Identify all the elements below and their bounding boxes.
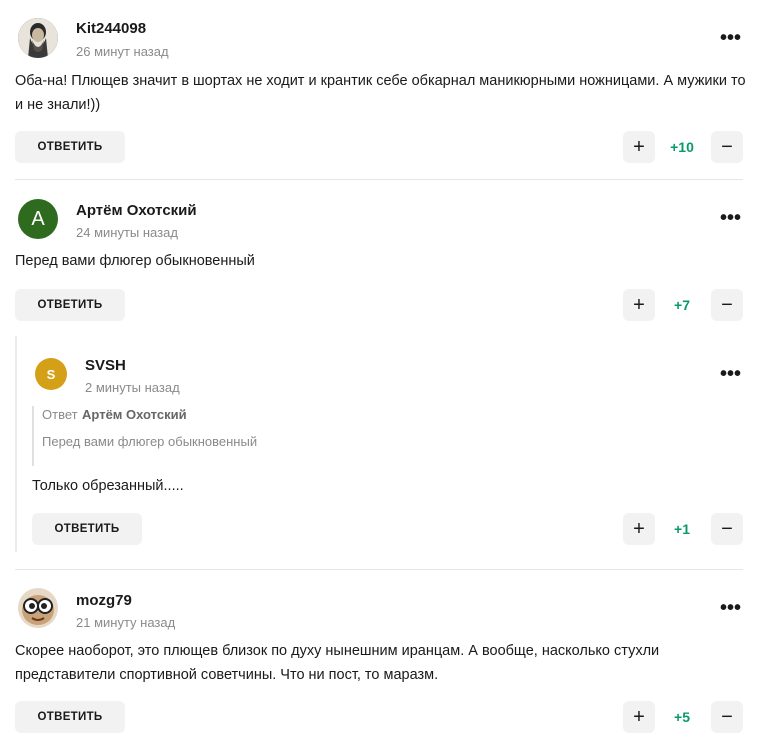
plus-icon: + [633, 517, 645, 540]
comment: Kit244098 26 минут назад ••• Оба-на! Плю… [0, 0, 763, 180]
reply-button[interactable]: ОТВЕТИТЬ [32, 513, 142, 545]
avatar[interactable] [18, 18, 58, 58]
comment-text-line: Скорее наоборот, это плющев близок по ду… [15, 643, 660, 659]
comment-text-line: Оба-на! Плющев значит в шортах не ходит … [15, 73, 746, 89]
comment-author[interactable]: Kit244098 [76, 20, 146, 37]
comment-author[interactable]: SVSH [85, 357, 126, 374]
upvote-button[interactable]: + [623, 513, 655, 545]
quote-header: Ответ Артём Охотский [42, 406, 257, 424]
quote-prefix: Ответ [42, 407, 78, 422]
avatar-portrait-image [18, 18, 58, 58]
quote-author: Артём Охотский [82, 407, 187, 422]
upvote-button[interactable]: + [623, 701, 655, 733]
more-options-icon[interactable]: ••• [720, 364, 741, 384]
avatar-letter: S [46, 366, 56, 382]
downvote-button[interactable]: − [711, 289, 743, 321]
more-options-icon[interactable]: ••• [720, 598, 741, 618]
comment-author[interactable]: mozg79 [76, 592, 132, 609]
avatar[interactable] [18, 588, 58, 628]
reply-button[interactable]: ОТВЕТИТЬ [15, 289, 125, 321]
quote-text: Перед вами флюгер обыкновенный [42, 434, 258, 449]
comment: mozg79 21 минуту назад ••• Скорее наобор… [0, 570, 763, 745]
minus-icon: − [721, 135, 733, 158]
upvote-button[interactable]: + [623, 131, 655, 163]
plus-icon: + [633, 293, 645, 316]
comment-time: 26 минут назад [76, 44, 169, 59]
quoted-reply[interactable]: Ответ Артём Охотский Перед вами флюгер о… [32, 406, 257, 466]
comment-time: 24 минуты назад [76, 225, 178, 240]
minus-icon: − [721, 517, 733, 540]
more-options-icon[interactable]: ••• [720, 28, 741, 48]
downvote-button[interactable]: − [711, 513, 743, 545]
more-options-icon[interactable]: ••• [720, 208, 741, 228]
downvote-button[interactable]: − [711, 701, 743, 733]
avatar-letter: А [31, 207, 45, 230]
plus-icon: + [633, 135, 645, 158]
comment: А Артём Охотский 24 минуты назад ••• Пер… [0, 180, 763, 330]
comment-text-line: Перед вами флюгер обыкновенный [15, 253, 255, 269]
plus-icon: + [633, 705, 645, 728]
comment-time: 21 минуту назад [76, 615, 176, 630]
upvote-button[interactable]: + [623, 289, 655, 321]
avatar[interactable]: S [35, 358, 67, 390]
minus-icon: − [721, 705, 733, 728]
reply-comment: S SVSH 2 минуты назад ••• Ответ Артём Ох… [0, 340, 763, 560]
vote-score: +5 [674, 709, 690, 725]
vote-score: +7 [674, 297, 690, 313]
comment-text-line: Только обрезанный..... [32, 478, 184, 494]
reply-button[interactable]: ОТВЕТИТЬ [15, 701, 125, 733]
comment-text-line: представители спортивной советчины. Что … [15, 667, 439, 683]
reply-button[interactable]: ОТВЕТИТЬ [15, 131, 125, 163]
comment-time: 2 минуты назад [85, 380, 180, 395]
downvote-button[interactable]: − [711, 131, 743, 163]
vote-score: +1 [674, 521, 690, 537]
minus-icon: − [721, 293, 733, 316]
avatar[interactable]: А [18, 199, 58, 239]
comment-text-line: и не знали!)) [15, 97, 101, 113]
vote-score: +10 [670, 139, 694, 155]
comment-author[interactable]: Артём Охотский [76, 202, 197, 219]
avatar-cartoon-image [18, 588, 58, 628]
